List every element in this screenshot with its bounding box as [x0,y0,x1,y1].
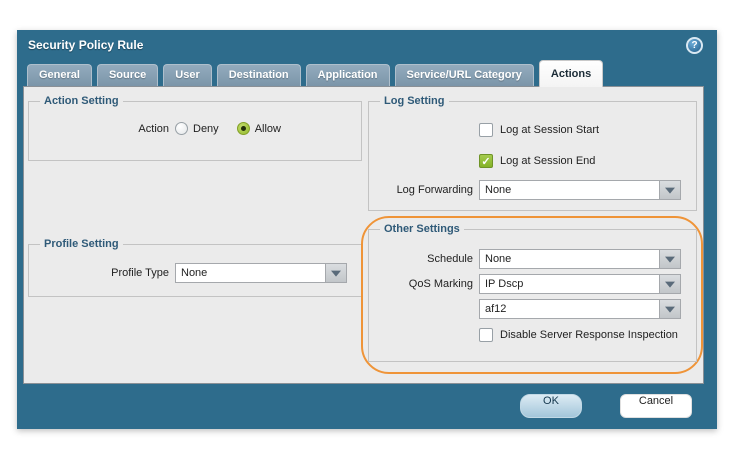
log-forwarding-dropdown-arrow-icon[interactable] [659,180,681,200]
profile-setting-legend: Profile Setting [40,238,123,250]
qos-marking-dropdown[interactable]: IP Dscp [479,274,681,294]
qos-marking-label: QoS Marking [369,278,473,290]
log-forwarding-label: Log Forwarding [369,184,473,196]
tab-destination[interactable]: Destination [217,64,301,86]
profile-type-dropdown-arrow-icon[interactable] [325,263,347,283]
log-setting-legend: Log Setting [380,95,449,107]
qos-marking-dropdown-arrow-icon[interactable] [659,274,681,294]
tab-service-url-category[interactable]: Service/URL Category [395,64,534,86]
schedule-value[interactable]: None [479,249,659,269]
profile-type-label: Profile Type [29,267,169,279]
help-icon[interactable]: ? [686,37,703,54]
dialog-titlebar: Security Policy Rule ? [17,30,717,60]
other-settings-fieldset: Other Settings Schedule None QoS Marking… [368,229,697,362]
schedule-dropdown[interactable]: None [479,249,681,269]
action-label: Action [29,123,169,135]
cancel-button[interactable]: Cancel [620,394,692,418]
tab-source[interactable]: Source [97,64,158,86]
ok-button[interactable]: OK [520,394,582,418]
qos-dscp-dropdown-arrow-icon[interactable] [659,299,681,319]
profile-setting-fieldset: Profile Setting Profile Type None [28,244,362,297]
action-setting-fieldset: Action Setting Action Deny Allow [28,101,362,161]
qos-dscp-dropdown[interactable]: af12 [479,299,681,319]
tab-user[interactable]: User [163,64,211,86]
tab-actions[interactable]: Actions [539,60,603,87]
log-session-start-label[interactable]: Log at Session Start [500,124,599,136]
deny-radio[interactable] [175,122,188,135]
dialog-title: Security Policy Rule [28,38,143,52]
log-session-end-checkbox[interactable] [479,154,493,168]
tab-general[interactable]: General [27,64,92,86]
log-session-start-checkbox[interactable] [479,123,493,137]
log-setting-fieldset: Log Setting Log at Session Start Log at … [368,101,697,211]
profile-type-value[interactable]: None [175,263,325,283]
schedule-label: Schedule [369,253,473,265]
qos-dscp-value[interactable]: af12 [479,299,659,319]
tab-bar: General Source User Destination Applicat… [27,60,603,86]
tab-application[interactable]: Application [306,64,390,86]
other-settings-legend: Other Settings [380,223,464,235]
disable-server-response-inspection-checkbox[interactable] [479,328,493,342]
log-forwarding-value[interactable]: None [479,180,659,200]
profile-type-dropdown[interactable]: None [175,263,347,283]
qos-marking-value[interactable]: IP Dscp [479,274,659,294]
allow-radio-label[interactable]: Allow [255,123,281,135]
deny-radio-label[interactable]: Deny [193,123,219,135]
allow-radio[interactable] [237,122,250,135]
action-setting-legend: Action Setting [40,95,123,107]
schedule-dropdown-arrow-icon[interactable] [659,249,681,269]
disable-server-response-inspection-label[interactable]: Disable Server Response Inspection [500,329,678,341]
log-session-end-label[interactable]: Log at Session End [500,155,595,167]
log-forwarding-dropdown[interactable]: None [479,180,681,200]
security-policy-rule-dialog: Security Policy Rule ? General Source Us… [17,30,717,429]
actions-tab-panel: Action Setting Action Deny Allow Profile… [23,86,704,384]
